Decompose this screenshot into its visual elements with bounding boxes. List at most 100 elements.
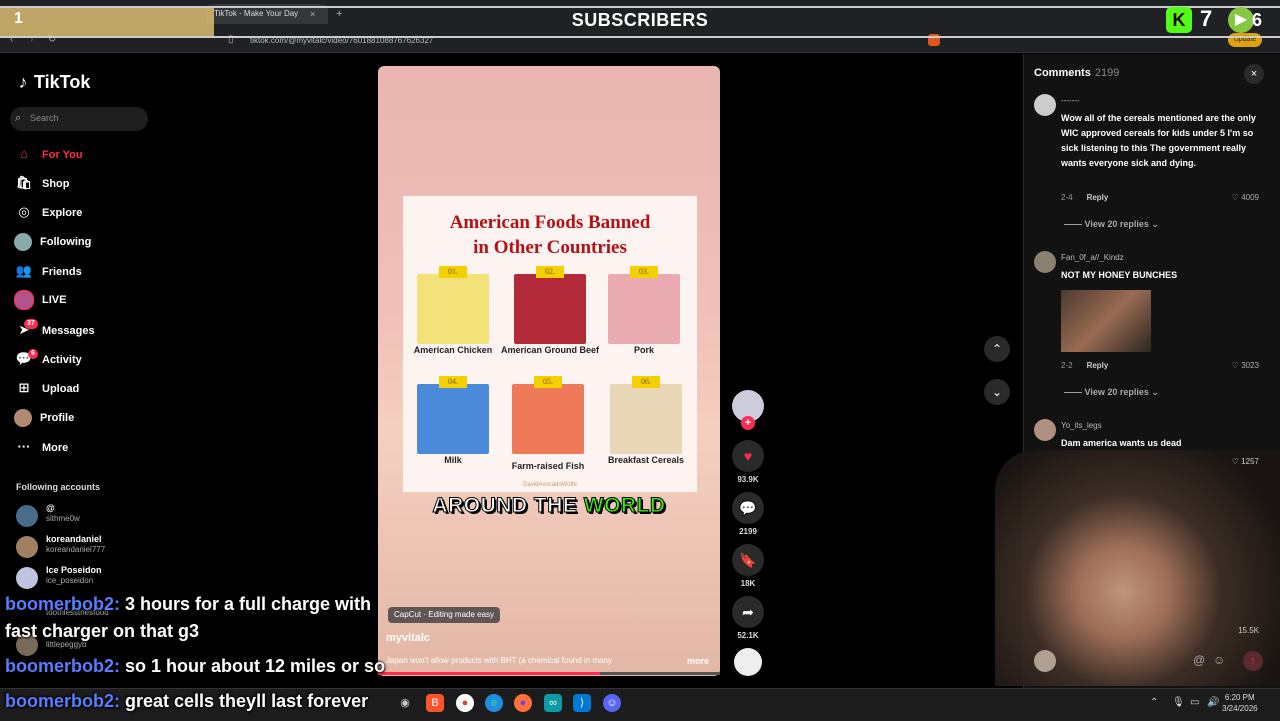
sidebar-item-label: For You [42,149,83,161]
capcut-tag[interactable]: CapCut · Editing made easy [388,607,501,623]
profile-avatar [14,409,32,428]
food-item: 02. American Ground Beef [501,266,599,358]
chrome-icon[interactable]: ● [456,694,474,712]
chat-username: boomerbob2: [5,691,120,711]
comments-title-text: Comments [1034,67,1091,79]
share-action[interactable]: ➦ 52.1K [732,596,764,640]
upload-icon: ⊞ [18,380,30,395]
kick-icon: K [1166,7,1192,33]
mention-icon[interactable]: @ [1193,653,1205,667]
compass-icon: ◎ [18,204,30,219]
commenter-avatar[interactable] [1034,419,1056,441]
account-handle: sithme0w [46,514,80,523]
post-comment-icon[interactable]: ↑ [1243,651,1263,671]
sidebar-item-live[interactable]: LIVE [14,289,144,311]
sidebar-item-shop[interactable]: 🛍 Shop [14,172,144,194]
comment-meta: 2-4 Reply [1061,193,1108,202]
food-number: 05. [534,376,562,388]
food-item: 01. American Chicken [413,266,493,358]
home-icon: ⌂ [20,146,28,161]
tiktok-logo[interactable]: ♪ TikTok [16,72,91,93]
chat-message: boomerbob2: so 1 hour about 12 miles or … [5,656,385,677]
friends-icon: 👥 [15,263,33,278]
food-number: 03. [630,266,658,278]
arduino-icon[interactable]: ∞ [544,694,562,712]
account-name: @ [46,503,55,513]
sidebar-item-friends[interactable]: 👥 Friends [14,260,144,282]
account-avatar [16,536,38,558]
reply-button[interactable]: Reply [1087,193,1109,202]
account-avatar [16,567,38,589]
like-count: 93.9K [737,475,759,484]
caption-text: AROUND THE [432,494,584,518]
sidebar-item-more[interactable]: ··· More [14,436,144,458]
video-author[interactable]: myvitalc [386,632,430,644]
food-label: Farm-raised Fish [511,461,585,471]
food-number: 04. [439,376,467,388]
sidebar-item-for-you[interactable]: ⌂ For You [14,143,144,165]
comment-text: NOT MY HONEY BUNCHES [1061,270,1178,280]
comment-username[interactable]: Fan_0f_a//_Kindz [1061,253,1124,262]
comment-image[interactable] [1061,290,1151,352]
discord-icon[interactable]: ☺ [603,694,621,712]
brave-icon[interactable]: B [426,694,444,712]
volume-icon[interactable]: 🔊 [1207,697,1219,708]
food-label: Milk [444,455,462,465]
food-number: 02. [536,266,564,278]
streamer-webcam [995,450,1280,686]
more-button[interactable]: more [687,656,709,666]
emoji-icon[interactable]: ☺ [1213,653,1225,667]
microphone-icon[interactable]: 🎙 [1172,697,1185,708]
vscode-icon[interactable]: ⟩ [573,694,591,712]
chat-text: great cells theyll last forever [120,691,369,711]
taskbar-clock[interactable]: 6:20 PM 3/24/2026 [1222,692,1258,714]
sidebar-item-explore[interactable]: ◎ Explore [14,201,144,223]
reply-button[interactable]: Reply [1087,361,1109,370]
sidebar-item-upload[interactable]: ⊞ Upload [14,377,144,399]
sidebar-item-label: Upload [42,383,80,395]
comment-likes[interactable]: ♡ 1257 [1199,457,1259,466]
share-count: 52.1K [737,631,759,640]
like-action[interactable]: ♥ 93.9K [732,440,764,484]
chicken-image [417,274,489,344]
commenter-avatar[interactable] [1034,251,1056,273]
view-replies-button[interactable]: —— View 20 replies ⌄ [1064,387,1159,398]
subscriber-count: 1 [14,10,23,27]
commenter-avatar[interactable] [1034,94,1056,116]
firefox-icon[interactable]: ● [514,694,532,712]
follow-button[interactable]: + [741,416,755,430]
previous-video-button[interactable]: ⌃ [984,336,1010,362]
save-action[interactable]: 🔖 18K [732,544,764,588]
music-disc-icon[interactable] [734,648,762,676]
account-item[interactable]: koreandaniel koreandaniel777 [16,534,146,560]
sidebar-item-profile[interactable]: Profile [14,407,144,429]
battery-icon[interactable]: ▭ [1190,697,1199,708]
comment-like-count: 1257 [1241,457,1259,466]
comment-likes[interactable]: ♡ 3023 [1199,361,1259,370]
sidebar-item-label: Profile [40,412,75,424]
comment-likes[interactable]: ♡ 4009 [1199,193,1259,202]
github-icon[interactable]: ◉ [396,694,414,712]
sidebar-item-following[interactable]: Following [14,231,144,253]
sidebar-item-label: Friends [42,266,82,278]
view-replies-button[interactable]: —— View 20 replies ⌄ [1064,219,1159,230]
ground-beef-image [514,274,586,344]
comment-username[interactable]: ------- [1061,96,1080,105]
comment-username[interactable]: Yo_its_legs [1061,421,1102,430]
activity-badge: 6 [28,349,38,359]
next-video-button[interactable]: ⌄ [984,379,1010,405]
account-item[interactable]: @ sithme0w [16,503,146,529]
account-item[interactable]: Ice Poseidon ice_poseidon [16,565,146,591]
close-comments-icon[interactable]: × [1244,64,1264,84]
comment-action[interactable]: 💬 2199 [732,492,764,536]
comment-likes[interactable]: 15.5K [1199,626,1259,635]
comment-like-count: 15.5K [1238,626,1259,635]
chat-username: boomerbob2: [5,656,120,676]
tray-chevron-icon[interactable]: ⌃ [1150,697,1158,708]
chat-text: so 1 hour about 12 miles or so [120,656,386,676]
comment-date: 2-4 [1061,193,1073,202]
video-progress-fill [378,672,601,675]
comments-count: 2199 [1094,67,1120,79]
edge-icon[interactable]: e [485,694,503,712]
chat-text: fast charger on that g3 [5,621,200,641]
